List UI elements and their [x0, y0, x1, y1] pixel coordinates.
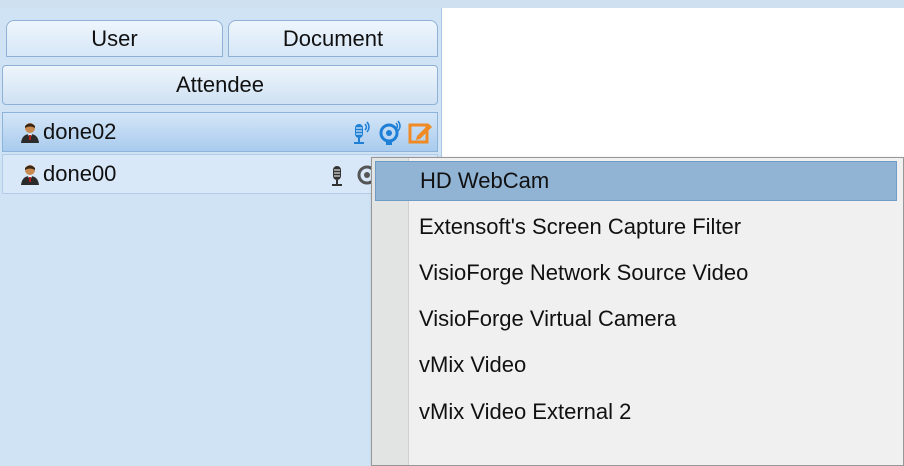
- mic-inactive-icon[interactable]: [325, 162, 351, 188]
- top-border-strip: [0, 0, 904, 8]
- menu-item-vmix-video[interactable]: vMix Video: [375, 345, 897, 385]
- attendee-header: Attendee: [2, 65, 438, 105]
- menu-item-vmix-video-external-2[interactable]: vMix Video External 2: [375, 392, 897, 432]
- tab-user[interactable]: User: [6, 20, 223, 57]
- tab-document[interactable]: Document: [228, 20, 438, 57]
- user-avatar-icon: [21, 123, 39, 143]
- attendee-row-done02[interactable]: done02: [2, 112, 438, 152]
- user-avatar-icon: [21, 165, 39, 185]
- menu-item-visioforge-virtual-camera[interactable]: VisioForge Virtual Camera: [375, 299, 897, 339]
- mic-active-icon[interactable]: [347, 120, 373, 146]
- attendee-name: done02: [43, 119, 117, 144]
- menu-item-visioforge-network-source[interactable]: VisioForge Network Source Video: [375, 253, 897, 293]
- webcam-active-icon[interactable]: [377, 120, 403, 146]
- attendee-name: done00: [43, 161, 117, 186]
- menu-item-hd-webcam[interactable]: HD WebCam: [375, 161, 897, 201]
- menu-item-extensoft-screen-capture[interactable]: Extensoft's Screen Capture Filter: [375, 207, 897, 247]
- camera-context-menu: HD WebCam Extensoft's Screen Capture Fil…: [371, 157, 904, 466]
- edit-icon[interactable]: [407, 120, 433, 146]
